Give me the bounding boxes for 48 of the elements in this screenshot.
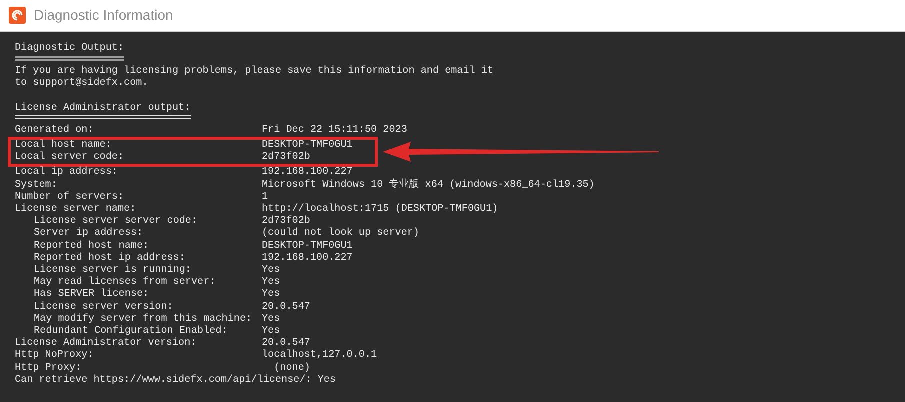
app-logo-icon bbox=[9, 7, 26, 24]
field-label: License server version: bbox=[33, 302, 174, 314]
field-value: 1 bbox=[262, 192, 268, 204]
field-label: License Administrator version: bbox=[15, 338, 198, 350]
intro-text: If you are having licensing problems, please save this information and email it bbox=[15, 66, 494, 78]
field-value: Yes bbox=[262, 265, 280, 277]
field-label: Can retrieve https://www.sidefx.com/api/license/: bbox=[15, 374, 312, 388]
field-value: DESKTOP-TMF0GU1 bbox=[262, 140, 353, 152]
field-value: Fri Dec 22 15:11:50 2023 bbox=[262, 124, 408, 138]
section-heading: License Administrator output: bbox=[15, 102, 191, 119]
field-label: Local ip address: bbox=[15, 167, 119, 180]
field-value: Microsoft Windows 10 专业版 x64 (windows-x86_64-cl19.35) bbox=[262, 180, 595, 192]
field-label: Http NoProxy: bbox=[15, 350, 95, 363]
field-value: (could not look up server) bbox=[262, 228, 420, 241]
field-value: Yes bbox=[262, 326, 280, 338]
field-label: Has SERVER license: bbox=[33, 289, 150, 302]
field-value: http://localhost:1715 (DESKTOP-TMF0GU1) bbox=[262, 204, 498, 216]
field-value: 20.0.547 bbox=[262, 338, 310, 350]
field-label: Reported host ip address: bbox=[33, 252, 186, 264]
field-value: 20.0.547 bbox=[262, 302, 310, 314]
field-value: (none) bbox=[273, 362, 310, 374]
field-label: System: bbox=[15, 180, 58, 192]
field-label: May modify server from this machine: bbox=[33, 314, 254, 326]
field-label: Reported host name: bbox=[33, 240, 150, 252]
field-value: Yes bbox=[262, 314, 280, 326]
field-value: 2d73f02b bbox=[262, 216, 310, 228]
window-title: Diagnostic Information bbox=[34, 6, 174, 25]
field-value: 192.168.100.227 bbox=[262, 167, 353, 180]
intro-text: to support@sidefx.com. bbox=[15, 78, 148, 91]
field-label: Generated on: bbox=[15, 124, 95, 138]
field-label: License server server code: bbox=[33, 216, 199, 228]
field-label: Server ip address: bbox=[33, 228, 144, 240]
field-label: Number of servers: bbox=[15, 192, 126, 204]
field-value: DESKTOP-TMF0GU1 bbox=[262, 240, 353, 253]
field-value: 192.168.100.227 bbox=[262, 252, 353, 265]
field-value: Yes bbox=[262, 277, 280, 289]
field-label: Local server code: bbox=[15, 152, 126, 164]
section-heading: Diagnostic Output: bbox=[15, 43, 124, 62]
field-value: Yes bbox=[318, 374, 336, 388]
field-label: License server is running: bbox=[33, 265, 192, 276]
field-value: localhost,127.0.0.1 bbox=[262, 350, 378, 362]
field-value: Yes bbox=[262, 289, 280, 302]
field-label: Local host name: bbox=[15, 140, 113, 152]
field-label: License server name: bbox=[15, 204, 138, 216]
field-label: Redundant Configuration Enabled: bbox=[33, 326, 229, 338]
field-label: May read licenses from server: bbox=[33, 277, 217, 288]
field-value: 2d73f02b bbox=[262, 152, 310, 164]
field-label: Http Proxy: bbox=[15, 362, 83, 374]
